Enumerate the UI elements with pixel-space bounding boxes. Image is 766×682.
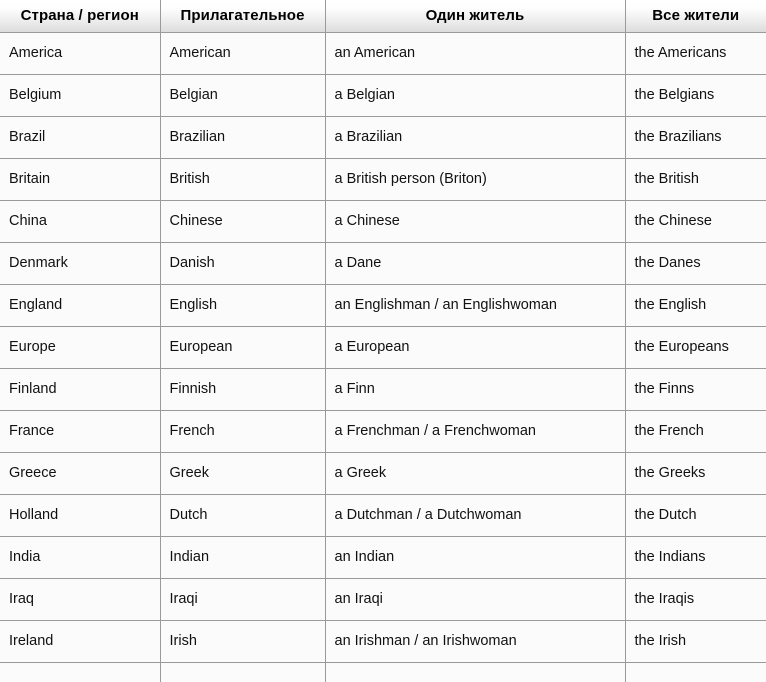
cell-all: the Greeks xyxy=(625,452,766,495)
table-row: Brazil Brazilian a Brazilian the Brazilians xyxy=(0,116,766,159)
cell-country: Britain xyxy=(0,158,161,201)
table-header-row: Страна / регион Прилагательное Один жите… xyxy=(0,0,766,33)
cell-adjective: Dutch xyxy=(160,494,326,537)
cell-one: an Irishman / an Irishwoman xyxy=(325,620,626,663)
cell-country: Europe xyxy=(0,326,161,369)
cell-country: Holland xyxy=(0,494,161,537)
cell-adjective xyxy=(160,662,326,682)
cell-adjective: Finnish xyxy=(160,368,326,411)
column-header-country[interactable]: Страна / регион xyxy=(0,0,161,33)
cell-all: the Irish xyxy=(625,620,766,663)
cell-all: the Chinese xyxy=(625,200,766,243)
cell-one: an Englishman / an Englishwoman xyxy=(325,284,626,327)
cell-one: a Dutchman / a Dutchwoman xyxy=(325,494,626,537)
cell-one: an Iraqi xyxy=(325,578,626,621)
cell-country: Belgium xyxy=(0,74,161,117)
cell-adjective: Chinese xyxy=(160,200,326,243)
column-header-all[interactable]: Все жители xyxy=(625,0,766,33)
cell-country: Greece xyxy=(0,452,161,495)
cell-one: a Belgian xyxy=(325,74,626,117)
cell-one xyxy=(325,662,626,682)
cell-adjective: Greek xyxy=(160,452,326,495)
table-row: Iraq Iraqi an Iraqi the Iraqis xyxy=(0,578,766,621)
cell-one: a Brazilian xyxy=(325,116,626,159)
cell-country: England xyxy=(0,284,161,327)
table-row: Finland Finnish a Finn the Finns xyxy=(0,368,766,411)
cell-adjective: Irish xyxy=(160,620,326,663)
cell-country: China xyxy=(0,200,161,243)
cell-one: an Indian xyxy=(325,536,626,579)
cell-all: the Belgians xyxy=(625,74,766,117)
cell-adjective: British xyxy=(160,158,326,201)
table-header: Страна / регион Прилагательное Один жите… xyxy=(0,0,766,33)
cell-country: India xyxy=(0,536,161,579)
column-header-adjective[interactable]: Прилагательное xyxy=(160,0,326,33)
cell-country: France xyxy=(0,410,161,453)
cell-one: a Greek xyxy=(325,452,626,495)
cell-adjective: Danish xyxy=(160,242,326,285)
cell-adjective: Iraqi xyxy=(160,578,326,621)
cell-one: a Finn xyxy=(325,368,626,411)
cell-all: the Americans xyxy=(625,32,766,75)
cell-all: the Danes xyxy=(625,242,766,285)
cell-all xyxy=(625,662,766,682)
cell-one: a Chinese xyxy=(325,200,626,243)
cell-adjective: Indian xyxy=(160,536,326,579)
cell-all: the Finns xyxy=(625,368,766,411)
nationalities-table: Страна / регион Прилагательное Один жите… xyxy=(0,0,766,682)
cell-adjective: Belgian xyxy=(160,74,326,117)
cell-all: the Iraqis xyxy=(625,578,766,621)
table-row: Holland Dutch a Dutchman / a Dutchwoman the… xyxy=(0,494,766,537)
cell-adjective: Brazilian xyxy=(160,116,326,159)
table-row: France French a Frenchman / a Frenchwoman t… xyxy=(0,410,766,453)
cell-all: the Indians xyxy=(625,536,766,579)
table-row: India Indian an Indian the Indians xyxy=(0,536,766,579)
cell-all: the French xyxy=(625,410,766,453)
cell-one: a British person (Briton) xyxy=(325,158,626,201)
table-row: Europe European a European the Europeans xyxy=(0,326,766,369)
column-header-one[interactable]: Один житель xyxy=(325,0,626,33)
table-row: America American an American the Americans xyxy=(0,32,766,75)
table-row: Belgium Belgian a Belgian the Belgians xyxy=(0,74,766,117)
cell-country: Brazil xyxy=(0,116,161,159)
cell-adjective: European xyxy=(160,326,326,369)
cell-all: the Europeans xyxy=(625,326,766,369)
cell-country: Iraq xyxy=(0,578,161,621)
cell-country xyxy=(0,662,161,682)
cell-all: the Brazilians xyxy=(625,116,766,159)
cell-country: Finland xyxy=(0,368,161,411)
cell-adjective: American xyxy=(160,32,326,75)
table-row xyxy=(0,662,766,682)
cell-country: Denmark xyxy=(0,242,161,285)
cell-country: Ireland xyxy=(0,620,161,663)
table-row: China Chinese a Chinese the Chinese xyxy=(0,200,766,243)
cell-all: the Dutch xyxy=(625,494,766,537)
cell-all: the British xyxy=(625,158,766,201)
table-row: Ireland Irish an Irishman / an Irishwoman t… xyxy=(0,620,766,663)
table-row: Britain British a British person (Briton) t… xyxy=(0,158,766,201)
cell-adjective: English xyxy=(160,284,326,327)
cell-country: America xyxy=(0,32,161,75)
cell-adjective: French xyxy=(160,410,326,453)
table-body: America American an American the Americans B… xyxy=(0,32,766,682)
cell-all: the English xyxy=(625,284,766,327)
table-row: Greece Greek a Greek the Greeks xyxy=(0,452,766,495)
cell-one: a Frenchman / a Frenchwoman xyxy=(325,410,626,453)
table-row: England English an Englishman / an English… xyxy=(0,284,766,327)
cell-one: a Dane xyxy=(325,242,626,285)
table-row: Denmark Danish a Dane the Danes xyxy=(0,242,766,285)
nationalities-table-container: Страна / регион Прилагательное Один жите… xyxy=(0,0,766,682)
cell-one: an American xyxy=(325,32,626,75)
cell-one: a European xyxy=(325,326,626,369)
